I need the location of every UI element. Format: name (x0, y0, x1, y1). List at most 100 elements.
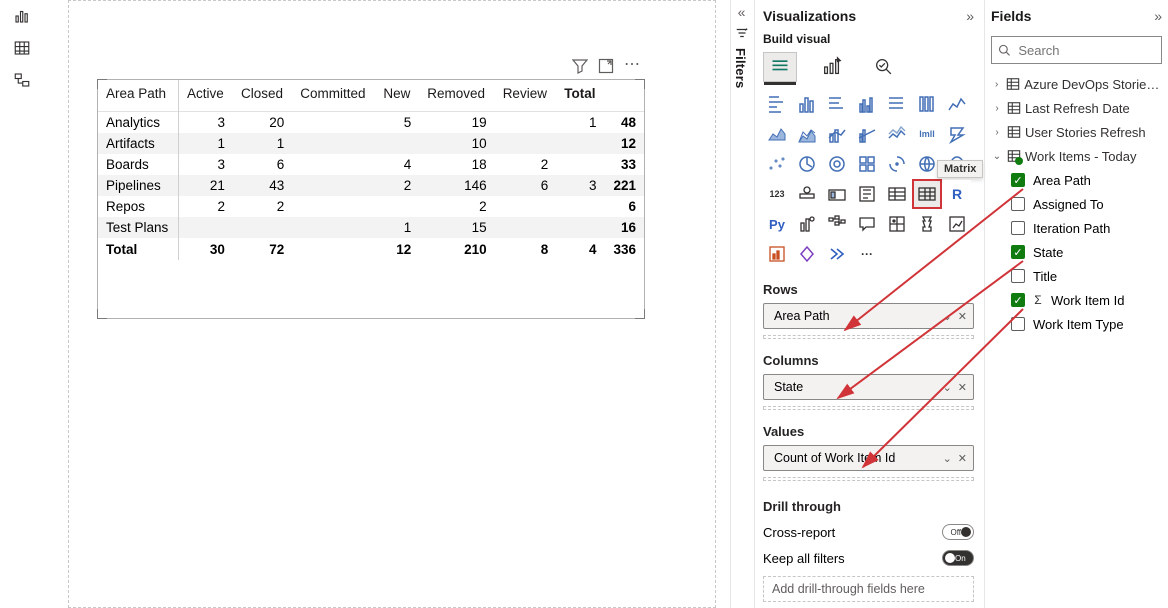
resize-handle[interactable] (97, 309, 107, 319)
fields-search[interactable] (991, 36, 1162, 64)
cell[interactable]: 1 (556, 112, 604, 134)
viz-type-25[interactable] (883, 180, 911, 208)
cell[interactable]: 3 (556, 175, 604, 196)
cell[interactable]: 10 (419, 133, 494, 154)
viz-type-0[interactable] (763, 90, 791, 118)
row-label[interactable]: Boards (98, 154, 179, 175)
cell[interactable]: 33 (605, 154, 644, 175)
report-canvas[interactable]: ⋯ Area PathActiveClosedCommittedNewRemov… (68, 0, 716, 608)
field-checkbox[interactable] (1011, 269, 1025, 283)
viz-type-14[interactable] (763, 150, 791, 178)
field-item[interactable]: ✓State (991, 240, 1162, 264)
search-input[interactable] (1016, 42, 1155, 59)
table-node[interactable]: ›Last Refresh Date (991, 96, 1162, 120)
cell[interactable]: 1 (375, 217, 419, 238)
matrix-visual[interactable]: ⋯ Area PathActiveClosedCommittedNewRemov… (97, 79, 645, 319)
viz-type-27[interactable]: R (943, 180, 971, 208)
viz-type-7[interactable] (763, 120, 791, 148)
row-label[interactable]: Test Plans (98, 217, 179, 238)
cell[interactable] (375, 196, 419, 217)
viz-type-5[interactable] (913, 90, 941, 118)
field-checkbox[interactable]: ✓ (1011, 173, 1025, 187)
resize-handle[interactable] (635, 79, 645, 89)
cell[interactable]: 2 (419, 196, 494, 217)
field-item[interactable]: Title (991, 264, 1162, 288)
field-checkbox[interactable] (1011, 221, 1025, 235)
cell[interactable]: 15 (419, 217, 494, 238)
resize-handle[interactable] (635, 309, 645, 319)
table-node[interactable]: ›User Stories Refresh (991, 120, 1162, 144)
table-node[interactable]: ›Azure DevOps Stories -... (991, 72, 1162, 96)
viz-type-22[interactable] (793, 180, 821, 208)
viz-type-30[interactable] (823, 210, 851, 238)
field-item[interactable]: Assigned To (991, 192, 1162, 216)
cell[interactable] (556, 217, 604, 238)
cell[interactable]: 3 (179, 112, 233, 134)
column-header[interactable]: Removed (419, 80, 494, 112)
columns-field-chip[interactable]: State ⌄✕ (763, 374, 974, 400)
cell[interactable]: 3 (179, 154, 233, 175)
cell[interactable] (179, 217, 233, 238)
remove-field-icon[interactable]: ✕ (958, 452, 967, 465)
cell[interactable]: 146 (419, 175, 494, 196)
viz-type-12[interactable]: lmll (913, 120, 941, 148)
chevron-right-icon[interactable]: › (991, 103, 1003, 114)
viz-type-34[interactable] (943, 210, 971, 238)
row-label[interactable]: Artifacts (98, 133, 179, 154)
cell[interactable]: 2 (179, 196, 233, 217)
chevron-down-icon[interactable]: ⌄ (943, 452, 952, 465)
tab-build-visual[interactable] (763, 52, 797, 82)
cell[interactable]: 1 (179, 133, 233, 154)
column-header[interactable]: Total (556, 80, 604, 112)
field-item[interactable]: Iteration Path (991, 216, 1162, 240)
viz-type-matrix[interactable]: Matrix (913, 180, 941, 208)
cell[interactable] (556, 196, 604, 217)
tab-format-visual[interactable] (815, 52, 849, 82)
expand-filters-icon[interactable]: « (731, 4, 752, 20)
viz-type-33[interactable] (913, 210, 941, 238)
field-item[interactable]: ✓Area Path (991, 168, 1162, 192)
cell[interactable]: 6 (605, 196, 644, 217)
collapse-fields-icon[interactable]: » (1154, 8, 1162, 24)
viz-type-11[interactable] (883, 120, 911, 148)
row-label[interactable]: Analytics (98, 112, 179, 134)
cell[interactable] (556, 154, 604, 175)
viz-type-10[interactable] (853, 120, 881, 148)
remove-field-icon[interactable]: ✕ (958, 310, 967, 323)
resize-handle[interactable] (97, 79, 107, 89)
viz-type-24[interactable] (853, 180, 881, 208)
column-header[interactable]: Committed (292, 80, 375, 112)
data-view-icon[interactable] (0, 32, 44, 64)
more-options-icon[interactable]: ⋯ (624, 58, 640, 74)
cell[interactable]: 4 (375, 154, 419, 175)
field-checkbox[interactable]: ✓ (1011, 245, 1025, 259)
viz-type-1[interactable] (793, 90, 821, 118)
viz-type-17[interactable] (853, 150, 881, 178)
cell[interactable]: 12 (605, 133, 644, 154)
chevron-right-icon[interactable]: › (991, 79, 1002, 90)
viz-type-18[interactable] (883, 150, 911, 178)
column-header[interactable]: New (375, 80, 419, 112)
table-node[interactable]: ⌄Work Items - Today (991, 144, 1162, 168)
cell[interactable] (556, 133, 604, 154)
column-header[interactable]: Active (179, 80, 233, 112)
cell[interactable] (292, 217, 375, 238)
cell[interactable]: 5 (375, 112, 419, 134)
cell[interactable] (292, 133, 375, 154)
row-label[interactable]: Repos (98, 196, 179, 217)
viz-type-23[interactable] (823, 180, 851, 208)
viz-type-21[interactable]: 123 (763, 180, 791, 208)
cell[interactable] (292, 112, 375, 134)
viz-type-6[interactable] (943, 90, 971, 118)
keep-filters-toggle[interactable]: On (942, 550, 974, 566)
cell[interactable] (292, 196, 375, 217)
viz-type-32[interactable] (883, 210, 911, 238)
cell[interactable]: 1 (233, 133, 292, 154)
viz-more[interactable]: ··· (853, 240, 881, 268)
filter-icon[interactable] (572, 58, 588, 74)
column-header[interactable]: Review (495, 80, 557, 112)
field-item[interactable]: ✓ΣWork Item Id (991, 288, 1162, 312)
cell[interactable]: 2 (495, 154, 557, 175)
cell[interactable] (375, 133, 419, 154)
viz-type-9[interactable] (823, 120, 851, 148)
